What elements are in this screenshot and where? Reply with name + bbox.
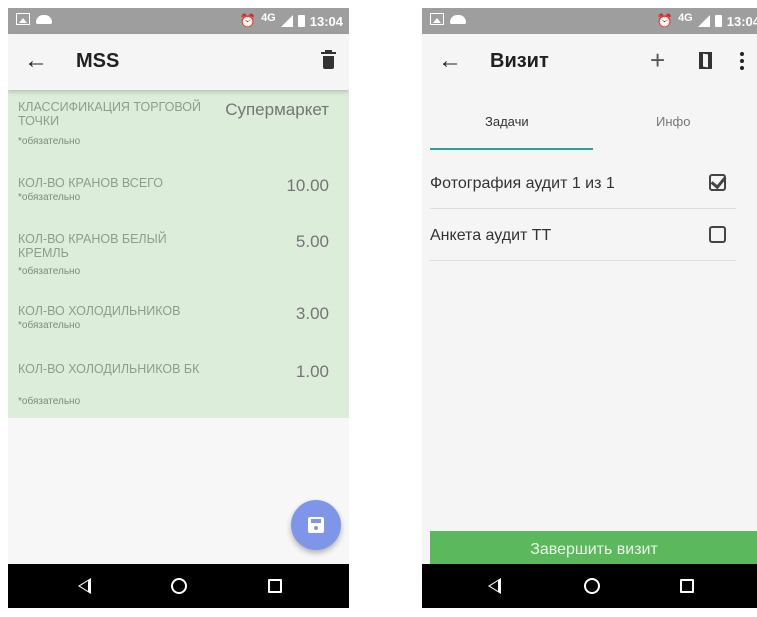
task-label: Анкета аудит ТТ	[430, 227, 552, 244]
task-item-photo-audit[interactable]: Фотография аудит 1 из 1	[430, 158, 736, 209]
network-type: 4G	[678, 12, 693, 24]
image-notification-icon	[430, 13, 444, 25]
arrow-left-icon[interactable]: ←	[24, 48, 48, 74]
tab-bar: Задачи Инфо	[422, 90, 757, 150]
battery-icon	[714, 15, 722, 27]
plus-icon[interactable]: +	[650, 46, 665, 74]
status-bar: ⏰ 4G 13:04	[8, 8, 349, 34]
nav-recent-icon[interactable]	[268, 579, 282, 593]
clock: 13:04	[726, 13, 757, 29]
field-value: Супермаркет	[225, 100, 329, 119]
navigation-bar	[422, 564, 757, 608]
network-type: 4G	[261, 12, 276, 24]
field-label: КОЛ-ВО КРАНОВ БЕЛЫЙ КРЕМЛЬ	[18, 232, 167, 260]
trash-icon[interactable]	[321, 50, 336, 69]
field-value: 10.00	[286, 176, 329, 195]
field-label: КОЛ-ВО ХОЛОДИЛЬНИКОВ БК	[18, 362, 200, 376]
form-fields: КЛАССИФИКАЦИЯ ТОРГОВОЙ ТОЧКИ *обязательн…	[8, 90, 349, 418]
required-note: *обязательно	[18, 396, 81, 407]
nav-recent-icon[interactable]	[680, 579, 694, 593]
field-label: КОЛ-ВО ХОЛОДИЛЬНИКОВ	[18, 304, 181, 318]
nav-back-icon[interactable]	[488, 578, 501, 594]
map-icon[interactable]	[699, 52, 712, 69]
field-label: КЛАССИФИКАЦИЯ ТОРГОВОЙ ТОЧКИ	[18, 100, 201, 128]
field-label: КОЛ-ВО КРАНОВ ВСЕГО	[18, 176, 163, 190]
cloud-notification-icon	[36, 14, 52, 24]
signal-icon	[697, 15, 710, 27]
task-label: Фотография аудит 1 из 1	[430, 175, 615, 192]
field-value: 1.00	[295, 362, 329, 381]
required-note: *обязательно	[18, 192, 81, 203]
mss-screen: ⏰ 4G 13:04 ← MSS КЛАССИФИКАЦИЯ ТОРГОВОЙ …	[8, 8, 349, 608]
save-button[interactable]	[291, 500, 341, 550]
visit-screen: ⏰ 4G 13:04 ← Визит + Задачи Инфо Фотогра…	[422, 8, 757, 608]
required-note: *обязательно	[18, 136, 81, 147]
signal-icon	[280, 15, 293, 27]
more-vert-icon[interactable]	[740, 52, 744, 70]
required-note: *обязательно	[18, 266, 81, 277]
tab-info[interactable]: Инфо	[656, 114, 690, 129]
image-notification-icon	[16, 13, 30, 25]
clock: 13:04	[309, 13, 343, 29]
alarm-icon: ⏰	[656, 13, 674, 28]
arrow-left-icon[interactable]: ←	[438, 48, 462, 74]
battery-icon	[297, 15, 305, 27]
field-value: 5.00	[295, 232, 329, 251]
alarm-icon: ⏰	[239, 13, 257, 28]
page-title: Визит	[490, 50, 549, 72]
tab-tasks[interactable]: Задачи	[485, 114, 529, 129]
active-tab-indicator	[430, 148, 593, 150]
checkbox-checked-icon[interactable]	[709, 174, 726, 191]
status-bar: ⏰ 4G 13:04	[422, 8, 757, 34]
nav-back-icon[interactable]	[78, 578, 91, 594]
cloud-notification-icon	[450, 14, 466, 24]
navigation-bar	[8, 564, 349, 608]
nav-home-icon[interactable]	[171, 578, 187, 594]
required-note: *обязательно	[18, 320, 81, 331]
nav-home-icon[interactable]	[584, 578, 600, 594]
toolbar: ← Визит +	[422, 34, 757, 90]
task-item-questionnaire[interactable]: Анкета аудит ТТ	[430, 210, 736, 261]
toolbar: ← MSS	[8, 34, 349, 90]
checkbox-empty-icon[interactable]	[709, 226, 726, 243]
field-value: 3.00	[295, 304, 329, 323]
save-icon	[308, 517, 324, 533]
page-title: MSS	[76, 50, 120, 72]
